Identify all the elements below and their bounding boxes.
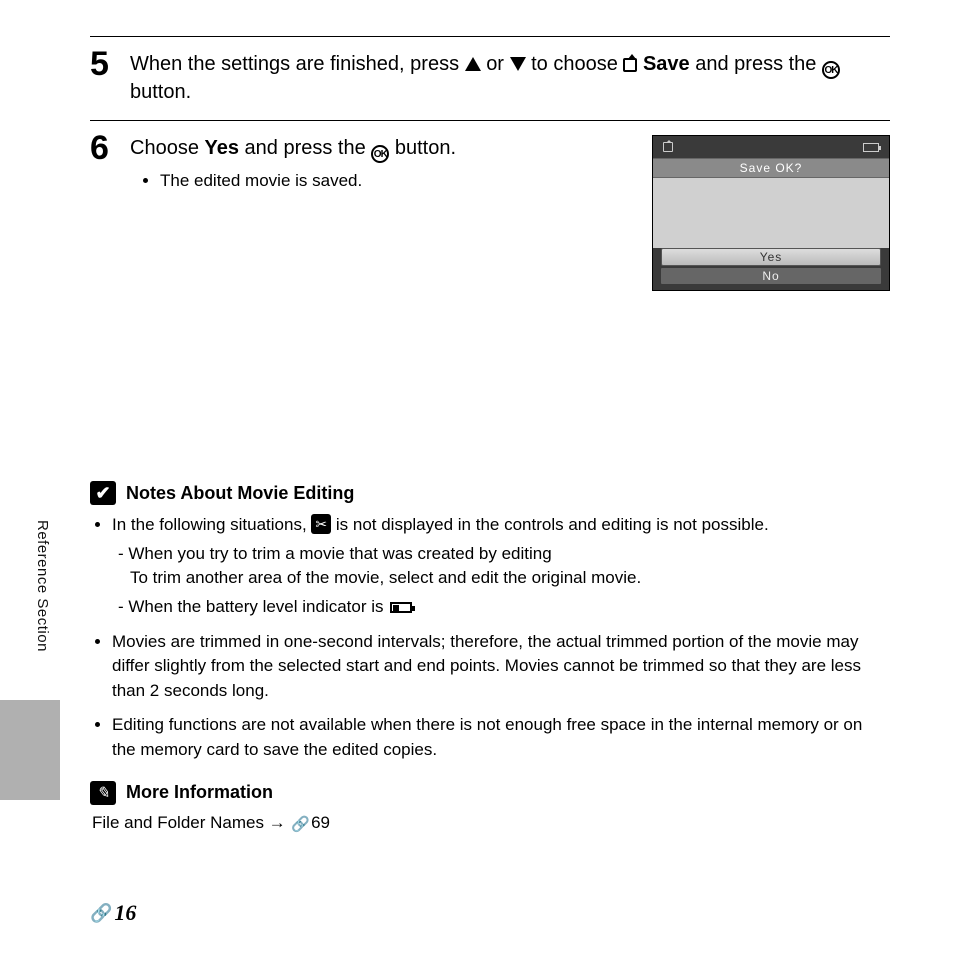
checkmark-note-icon: ✔ (90, 481, 116, 505)
more-info-text: File and Folder Names → 🔗69 (92, 813, 890, 833)
text: is not displayed in the controls and edi… (331, 515, 769, 534)
dialog-body (653, 178, 889, 248)
page-content: 5 When the settings are finished, press … (90, 36, 890, 833)
more-information-block: ✎ More Information File and Folder Names… (90, 781, 890, 833)
dialog-banner: Save OK? (653, 158, 889, 178)
step-number: 5 (90, 47, 130, 81)
ok-button-icon: OK (371, 145, 389, 163)
battery-icon (863, 143, 879, 152)
text: to choose (531, 53, 623, 75)
note-sub-1b: When the battery level indicator is (118, 595, 890, 620)
yes-word: Yes (205, 137, 239, 159)
reference-section-icon: 🔗 (90, 903, 112, 924)
text: and press the (695, 53, 822, 75)
save-card-icon (623, 58, 637, 72)
page-number: 16 (114, 900, 136, 926)
scissors-icon: ✂ (311, 514, 331, 534)
note-item-3: Editing functions are not available when… (112, 713, 890, 762)
dialog-no-option: No (661, 268, 881, 284)
pencil-note-icon: ✎ (90, 781, 116, 805)
side-tab-label: Reference Section (34, 520, 51, 652)
text: To trim another area of the movie, selec… (130, 566, 641, 591)
reference-section-icon: 🔗 (291, 815, 310, 833)
rule-between (90, 120, 890, 121)
dialog-yes-option: Yes (661, 248, 881, 266)
page-footer: 🔗16 (90, 900, 136, 926)
text: or (486, 53, 509, 75)
step-6-text: Choose Yes and press the OK button. (130, 135, 632, 163)
step-6: 6 Choose Yes and press the OK button. Th… (90, 131, 890, 291)
step-5: 5 When the settings are finished, press … (90, 47, 890, 106)
up-arrow-icon (465, 57, 481, 71)
text: In the following situations, (112, 515, 311, 534)
more-info-title: More Information (126, 782, 273, 803)
step-number: 6 (90, 131, 130, 165)
text: Choose (130, 137, 205, 159)
text: button. (389, 137, 456, 159)
note-item-1: In the following situations, ✂ is not di… (112, 513, 890, 620)
down-arrow-icon (510, 57, 526, 71)
step-6-bullet: The edited movie is saved. (160, 171, 632, 191)
side-index-tab-bg (0, 700, 60, 800)
rule-top (90, 36, 890, 37)
save-label: Save (643, 53, 690, 75)
text: When you try to trim a movie that was cr… (128, 544, 551, 563)
note-sub-1a: When you try to trim a movie that was cr… (118, 542, 890, 591)
battery-low-icon (390, 602, 412, 613)
text: When the settings are finished, press (130, 53, 465, 75)
notes-about-movie-editing: ✔ Notes About Movie Editing In the follo… (90, 481, 890, 763)
notes-title: Notes About Movie Editing (126, 483, 354, 504)
text: button. (130, 81, 191, 103)
text: and press the (239, 137, 371, 159)
ok-button-icon: OK (822, 61, 840, 79)
step-5-text: When the settings are finished, press or… (130, 51, 890, 106)
text: When the battery level indicator is (128, 597, 388, 616)
note-item-2: Movies are trimmed in one-second interva… (112, 630, 890, 704)
camera-save-dialog: Save OK? Yes No (652, 135, 890, 291)
playback-icon (663, 142, 673, 152)
text: File and Folder Names → (92, 813, 290, 832)
page-ref: 69 (311, 813, 330, 832)
